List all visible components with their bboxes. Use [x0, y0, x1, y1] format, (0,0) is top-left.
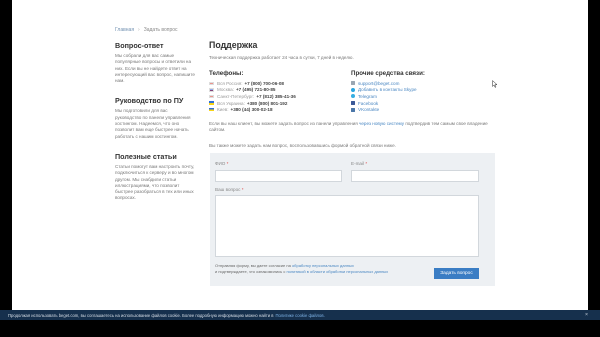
email-link[interactable]: support@beget.com	[358, 81, 399, 86]
phone-number[interactable]: +380 (44) 300-02-18	[231, 107, 273, 112]
privacy-policy-link[interactable]: политикой в области обработки персональн…	[286, 269, 388, 274]
phone-row: Санкт-Петербург: +7 (812) 385-41-36	[209, 93, 351, 100]
phone-city: Киев:	[217, 107, 229, 113]
skype-link[interactable]: Добавить в контакты Skype	[358, 87, 417, 92]
phone-row: Киев: +380 (44) 300-02-18	[209, 106, 351, 113]
email-icon	[351, 81, 355, 86]
phone-city: Санкт-Петербург:	[217, 93, 255, 99]
email-input[interactable]	[351, 170, 479, 182]
ukraine-flag-icon	[209, 107, 214, 112]
phone-number[interactable]: +7 (812) 385-41-36	[256, 94, 295, 99]
cookie-text: Продолжая использовать beget.com, вы сог…	[8, 312, 274, 318]
sidebar-faq-text: Мы собрали для вас самые популярные вопр…	[115, 53, 195, 84]
mouse-cursor-icon	[492, 80, 498, 88]
required-mark: *	[226, 161, 229, 166]
main-content: Поддержка Техническая поддержка работает…	[209, 40, 499, 149]
name-label-text: ФИО	[215, 161, 226, 166]
client-question-start: Если вы наш клиент, вы можете задать воп…	[209, 120, 358, 126]
phone-city: Вся Украина:	[217, 100, 245, 106]
phone-city: Вся Россия:	[217, 80, 243, 86]
contact-link-row[interactable]: support@beget.com	[351, 80, 491, 87]
name-input[interactable]	[215, 170, 342, 182]
contact-link-row[interactable]: Facebook	[351, 100, 491, 107]
other-contacts-title: Прочие средства связи:	[351, 70, 425, 77]
question-label-text: Ваш вопрос	[215, 187, 241, 192]
russia-flag-icon	[209, 94, 214, 99]
facebook-icon	[351, 101, 355, 106]
consent-start: Отправляя форму, вы даете согласие на	[215, 263, 291, 268]
required-mark: *	[241, 187, 244, 192]
phone-number[interactable]: +7 (800) 700-06-08	[244, 81, 283, 86]
breadcrumb: Главная › Задать вопрос	[115, 27, 178, 33]
close-icon[interactable]: ×	[585, 312, 588, 318]
breadcrumb-current: Задать вопрос	[143, 27, 178, 33]
telegram-icon	[351, 94, 355, 99]
contact-link-row[interactable]: Добавить в контакты Skype	[351, 87, 491, 94]
phones-title: Телефоны:	[209, 70, 244, 77]
phone-city: Москва:	[217, 87, 234, 93]
russia-flag-icon	[209, 81, 214, 85]
breadcrumb-home-link[interactable]: Главная	[115, 27, 134, 33]
phones-column: Телефоны: Вся Россия: +7 (800) 700-06-08…	[209, 70, 351, 113]
cookie-policy-link[interactable]: Политике cookie файлов.	[276, 313, 325, 318]
other-contacts-column: Прочие средства связи: support@beget.com…	[351, 70, 491, 113]
required-mark: *	[365, 161, 368, 166]
facebook-link[interactable]: Facebook	[358, 101, 378, 106]
feedback-form: ФИО * E-mail * Ваш вопрос * Отправляя фо…	[210, 153, 495, 286]
question-label: Ваш вопрос *	[215, 187, 244, 192]
ukraine-flag-icon	[209, 101, 214, 105]
personal-data-link[interactable]: обработку персональных данных	[292, 263, 354, 268]
contacts-columns: Телефоны: Вся Россия: +7 (800) 700-06-08…	[209, 70, 499, 113]
consent-text: Отправляя форму, вы даете согласие на об…	[215, 263, 435, 275]
phone-row: Вся Россия: +7 (800) 700-06-08	[209, 80, 351, 87]
email-label-text: E-mail	[351, 161, 365, 166]
name-label: ФИО *	[215, 161, 228, 166]
vk-link[interactable]: VKontakte	[358, 107, 379, 112]
sidebar: Вопрос-ответ Мы собрали для вас самые по…	[115, 41, 195, 214]
skype-icon	[351, 87, 355, 92]
telegram-link[interactable]: Telegram	[358, 94, 377, 99]
sidebar-faq-title[interactable]: Вопрос-ответ	[115, 41, 195, 50]
page-title: Поддержка	[209, 40, 258, 50]
sidebar-articles-title[interactable]: Полезные статьи	[115, 152, 195, 161]
question-textarea[interactable]	[215, 195, 479, 257]
phone-number[interactable]: +380 (800) 801-192	[247, 101, 287, 106]
consent-mid: и подтверждаете, что ознакомились с	[215, 269, 286, 274]
contact-link-row[interactable]: Telegram	[351, 93, 491, 100]
page: Главная › Задать вопрос Вопрос-ответ Мы …	[12, 0, 588, 310]
support-hours-text: Техническая поддержка работает 24 часа в…	[209, 55, 354, 60]
sidebar-guide-title[interactable]: Руководство по ПУ	[115, 96, 195, 105]
breadcrumb-separator: ›	[138, 27, 140, 33]
contact-link-row[interactable]: VKontakte	[351, 106, 491, 113]
client-question-text: Если вы наш клиент, вы можете задать воп…	[209, 121, 499, 133]
new-system-link[interactable]: через новую систему	[359, 121, 404, 126]
email-label: E-mail *	[351, 161, 367, 166]
feedback-form-intro: Вы также можете задать нам вопрос, воспо…	[209, 142, 396, 148]
phone-row: Вся Украина: +380 (800) 801-192	[209, 100, 351, 107]
phone-number[interactable]: +7 (495) 721-80-85	[236, 87, 275, 92]
cookie-banner: Продолжая использовать beget.com, вы сог…	[0, 310, 600, 320]
sidebar-articles-text: Статьи помогут вам настроить почту, подк…	[115, 163, 195, 201]
sidebar-guide-text: Мы подготовили для вас руководство по па…	[115, 108, 191, 139]
russia-flag-icon	[209, 88, 214, 92]
vk-icon	[351, 107, 355, 112]
submit-question-button[interactable]: Задать вопрос	[434, 268, 479, 279]
phone-row: Москва: +7 (495) 721-80-85	[209, 87, 351, 94]
